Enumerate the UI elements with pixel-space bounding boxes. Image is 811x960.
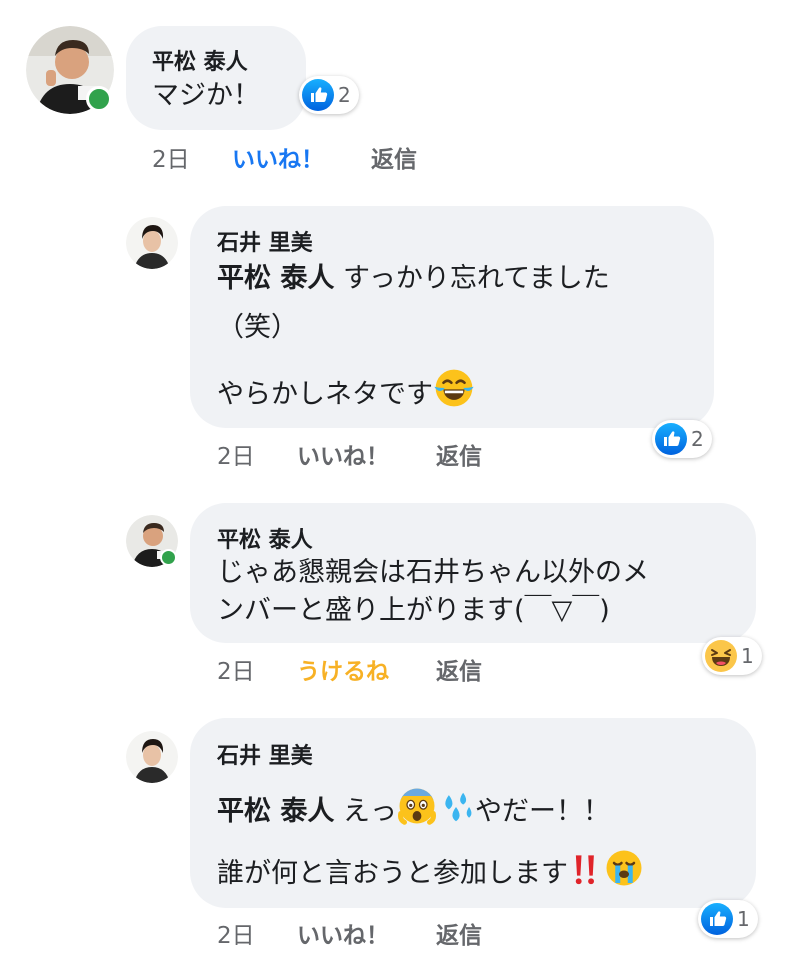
comment-timestamp[interactable]: 2日 <box>217 916 255 950</box>
comment-text: えっ <box>343 796 397 827</box>
reaction-count: 1 <box>737 907 750 931</box>
like-icon <box>701 903 733 935</box>
comment-author[interactable]: 石井 里美 <box>217 225 313 257</box>
online-status-indicator <box>86 86 112 112</box>
like-icon <box>655 423 687 455</box>
reply-button[interactable]: 返信 <box>436 652 482 686</box>
comment-author[interactable]: 平松 泰人 <box>217 522 313 554</box>
comment-text: やらかしネタです <box>217 379 433 410</box>
comment-text-line: やらかしネタです <box>217 367 475 411</box>
avatar-hiramatsu[interactable] <box>126 515 178 567</box>
comment-timestamp[interactable]: 2日 <box>152 140 190 174</box>
comment-text: すっかり忘れてました <box>343 263 610 294</box>
online-status-indicator <box>160 549 177 566</box>
like-button[interactable]: いいね！ <box>232 140 324 174</box>
reply-button[interactable]: 返信 <box>436 437 482 471</box>
reply-button[interactable]: 返信 <box>436 916 482 950</box>
comment-text-line: 平松 泰人 すっかり忘れてました <box>217 263 610 295</box>
avatar-ishii[interactable] <box>126 731 178 783</box>
mention-link[interactable]: 平松 泰人 <box>217 263 334 294</box>
comment-author[interactable]: 平松 泰人 <box>152 44 248 76</box>
comment-text: （笑） <box>217 312 298 343</box>
scream-emoji-icon <box>397 786 437 826</box>
comment-timestamp[interactable]: 2日 <box>217 652 255 686</box>
mention-link[interactable]: 平松 泰人 <box>217 796 334 827</box>
comment-text: 誰が何と言おうと参加します <box>217 858 568 889</box>
reaction-summary[interactable]: 1 <box>698 900 758 938</box>
reaction-count: 2 <box>338 83 351 107</box>
reaction-summary[interactable]: 2 <box>652 420 712 458</box>
like-button[interactable]: いいね！ <box>297 916 389 950</box>
avatar-ishii[interactable] <box>126 217 178 269</box>
comment-text: じゃあ懇親会は石井ちゃん以外のメ <box>217 557 649 588</box>
comment-bubble[interactable] <box>126 26 306 130</box>
comment-text: ンバーと盛り上がります(￣▽￣) <box>217 595 610 626</box>
reaction-button[interactable]: うけるね <box>297 652 389 686</box>
reaction-summary[interactable]: 1 <box>702 637 762 675</box>
avatar-hiramatsu[interactable] <box>26 26 114 114</box>
avatar-photo-icon <box>126 217 178 269</box>
reply-button[interactable]: 返信 <box>371 140 417 174</box>
comment-timestamp[interactable]: 2日 <box>217 437 255 471</box>
sweat-droplets-emoji-icon <box>437 788 475 826</box>
comment-text-line: 誰が何と言おうと参加します <box>217 848 644 890</box>
comment-text: マジか！ <box>152 80 260 111</box>
reaction-count: 2 <box>691 427 704 451</box>
like-button[interactable]: いいね！ <box>297 437 389 471</box>
comment-text-line: 平松 泰人 えっ やだー！！ <box>217 786 610 828</box>
comment-author[interactable]: 石井 里美 <box>217 738 313 770</box>
comment-text: やだー！！ <box>475 796 610 827</box>
haha-icon <box>705 640 737 672</box>
avatar-photo-icon <box>126 731 178 783</box>
double-exclamation-emoji-icon <box>568 852 604 888</box>
reaction-summary[interactable]: 2 <box>299 76 359 114</box>
joy-emoji-icon <box>433 367 475 409</box>
sob-emoji-icon <box>604 848 644 888</box>
like-icon <box>302 79 334 111</box>
reaction-count: 1 <box>741 644 754 668</box>
